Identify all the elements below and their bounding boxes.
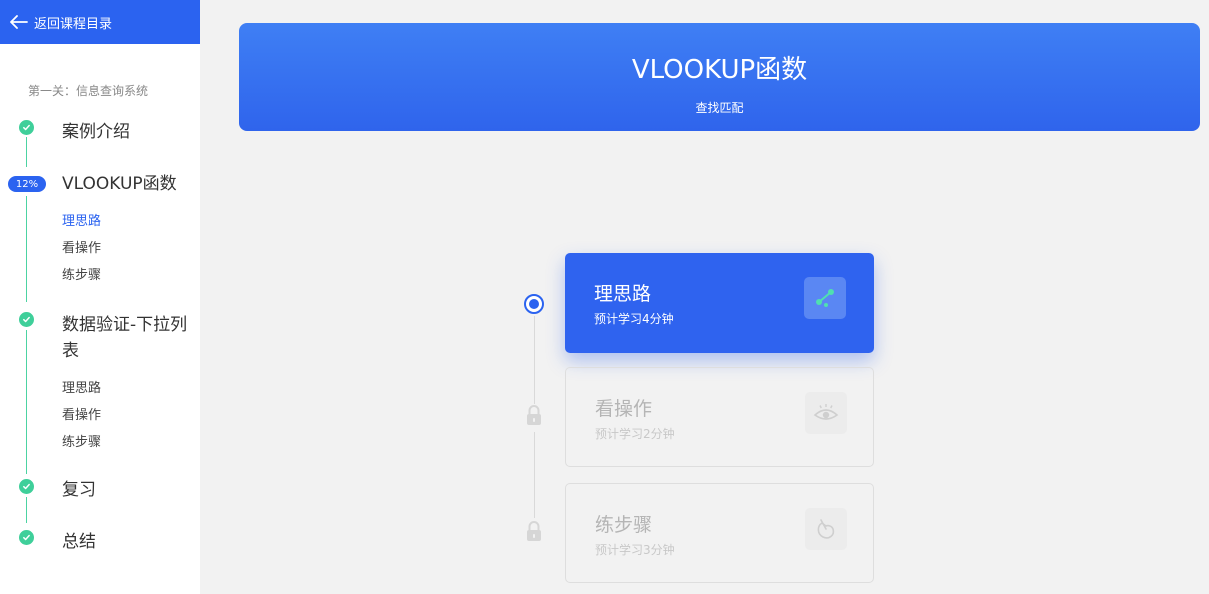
timeline-line [26,497,27,523]
step-connector-line [534,432,535,518]
check-icon [19,530,34,545]
timeline-line [26,137,27,167]
level-title: 第一关：信息查询系统 [28,84,149,98]
check-icon [19,312,34,327]
step-title: 理思路 [594,283,652,305]
path-node-icon [804,277,846,319]
chapter-case-intro[interactable]: 案例介绍 [62,119,130,145]
step-card-practice[interactable]: 练步骤 预计学习3分钟 [565,483,874,583]
chapter-label-line1: 数据验证-下拉列 [62,315,188,335]
lesson-banner: VLOOKUP函数 查找匹配 [239,23,1200,131]
chapter-review[interactable]: 复习 [62,477,96,503]
chapter-summary[interactable]: 总结 [62,529,96,555]
check-icon [19,120,34,135]
sub-item-practice[interactable]: 练步骤 [62,264,101,283]
sub-item-think[interactable]: 理思路 [62,377,101,396]
step-card-think[interactable]: 理思路 预计学习4分钟 [565,253,874,353]
step-duration: 预计学习4分钟 [594,312,674,326]
mouse-icon [805,508,847,550]
step-duration: 预计学习3分钟 [595,543,675,557]
back-label: 返回课程目录 [34,16,113,32]
step-card-watch[interactable]: 看操作 预计学习2分钟 [565,367,874,467]
back-to-catalog-button[interactable]: 返回课程目录 [0,0,200,44]
current-step-radio [524,294,544,314]
chapter-label-line2: 表 [62,341,79,361]
sub-item-think[interactable]: 理思路 [62,210,101,229]
sub-item-watch[interactable]: 看操作 [62,237,101,256]
check-icon [19,479,34,494]
timeline-line [26,196,27,302]
sub-item-watch[interactable]: 看操作 [62,404,101,423]
step-title: 看操作 [595,398,653,420]
progress-badge: 12% [8,176,46,192]
arrow-left-icon [10,15,28,29]
sub-item-practice[interactable]: 练步骤 [62,431,101,450]
step-connector-line [534,316,535,404]
step-duration: 预计学习2分钟 [595,427,675,441]
sidebar: 返回课程目录 第一关：信息查询系统 案例介绍 12% VLOOKUP函数 理思路… [0,0,200,594]
lock-icon [527,521,541,541]
eye-icon [805,392,847,434]
chapter-data-validation[interactable]: 数据验证-下拉列 表 [62,311,187,364]
lock-icon [527,405,541,425]
timeline-line [26,330,27,474]
lesson-title: VLOOKUP函数 [631,55,808,85]
chapter-vlookup[interactable]: VLOOKUP函数 [62,171,177,197]
step-title: 练步骤 [595,514,653,536]
lesson-subtitle: 查找匹配 [695,101,744,115]
